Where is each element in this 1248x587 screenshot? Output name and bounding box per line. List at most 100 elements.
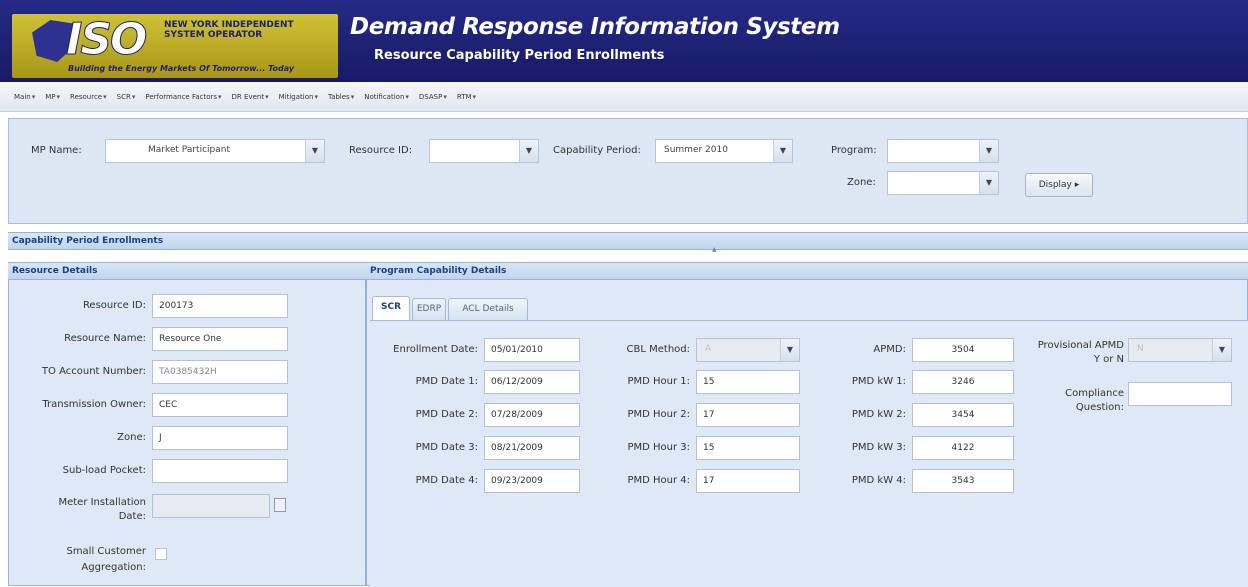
menu-item-main[interactable]: Main [14,93,31,101]
menu-item-performance-factors[interactable]: Performance Factors [145,93,217,101]
chevron-down-icon: ▾ [314,92,318,101]
pmd-date-field-1[interactable]: 06/12/2009 [484,370,580,394]
small-customer-label-line1: Small Customer [66,546,146,557]
chevron-down-icon: ▾ [350,92,355,101]
resource-id-label: Resource ID: [82,300,146,311]
small-customer-checkbox[interactable] [155,548,167,560]
small-customer-label-line2: Aggregation: [81,562,146,573]
chevron-down-icon: ▾ [56,92,61,101]
chevron-down-icon: ▾ [265,92,269,101]
subload-pocket-field[interactable] [152,459,288,483]
compliance-label-line1: Compliance [1065,388,1124,399]
pmd-date-label-4: PMD Date 4: [415,475,478,486]
pmd-date-field-2[interactable]: 07/28/2009 [484,403,580,427]
pmd-kw-field-4[interactable]: 3543 [912,469,1014,493]
collapse-handle-icon[interactable]: ▲ [712,246,717,253]
cbl-method-label: CBL Method: [626,344,690,355]
chevron-down-icon: ▾ [131,92,136,101]
menu-item-resource[interactable]: Resource [70,93,102,101]
pmd-hour-field-2[interactable]: 17 [696,403,800,427]
chevron-down-icon[interactable]: ▼ [979,140,998,162]
pmd-kw-field-2[interactable]: 3454 [912,403,1014,427]
enrollment-date-field[interactable]: 05/01/2010 [484,338,580,362]
pmd-kw-label-2: PMD kW 2: [851,409,906,420]
mp-name-label: MP Name: [31,145,82,156]
mp-name-select[interactable]: Market Participant ▼ [105,139,325,163]
resource-details-header: Resource Details [8,262,366,280]
zone-field[interactable]: J [152,426,288,450]
pmd-hour-field-3[interactable]: 15 [696,436,800,460]
menu-item-mp[interactable]: MP [45,93,55,101]
to-account-field[interactable]: TA0385432H [152,360,288,384]
menu-item-dsasp[interactable]: DSASP [419,93,442,101]
pmd-kw-label-1: PMD kW 1: [851,376,906,387]
to-account-label: TO Account Number: [41,366,146,377]
subload-pocket-label: Sub-load Pocket: [62,465,146,476]
app-title: Demand Response Information System [350,14,840,40]
resource-name-field[interactable]: Resource One [152,327,288,351]
transmission-owner-field[interactable]: CEC [152,393,288,417]
zone-select[interactable]: ▼ [887,171,999,195]
tab-edrp[interactable]: EDRP [412,298,446,320]
tab-scr[interactable]: SCR [372,296,410,320]
menu-item-rtm[interactable]: RTM [457,93,472,101]
chevron-down-icon[interactable]: ▼ [519,140,538,162]
provisional-apmd-value: N [1137,344,1144,354]
program-select[interactable]: ▼ [887,139,999,163]
calendar-icon[interactable] [274,498,286,512]
pmd-hour-field-4[interactable]: 17 [696,469,800,493]
menu-item-notification[interactable]: Notification [364,93,404,101]
pmd-date-field-3[interactable]: 08/21/2009 [484,436,580,460]
pmd-date-field-4[interactable]: 09/23/2009 [484,469,580,493]
capability-period-value: Summer 2010 [664,145,728,155]
pmd-date-label-3: PMD Date 3: [415,442,478,453]
cbl-method-value: A [705,344,712,354]
logo-org-name: NEW YORK INDEPENDENT SYSTEM OPERATOR [164,20,294,40]
provisional-apmd-label-line2: Y or N [1093,354,1124,365]
program-label: Program: [831,145,877,156]
resource-id-field[interactable]: 200173 [152,294,288,318]
menu-item-mitigation[interactable]: Mitigation [279,93,314,101]
tab-acl-details[interactable]: ACL Details [448,298,528,320]
capability-period-select[interactable]: Summer 2010 ▼ [655,139,793,163]
chevron-down-icon: ▾ [405,92,409,101]
zone-label: Zone: [117,432,146,443]
menu-item-scr[interactable]: SCR [117,93,131,101]
pmd-kw-label-4: PMD kW 4: [851,475,906,486]
compliance-label-line2: Question: [1075,402,1124,413]
pmd-hour-label-4: PMD Hour 4: [627,475,690,486]
cbl-method-select: A ▼ [696,338,800,362]
nyiso-logo: ISO NEW YORK INDEPENDENT SYSTEM OPERATOR… [12,14,338,78]
pmd-hour-field-1[interactable]: 15 [696,370,800,394]
resource-name-label: Resource Name: [64,333,146,344]
pmd-hour-label-2: PMD Hour 2: [627,409,690,420]
display-button[interactable]: Display ▸ [1025,173,1093,197]
logo-iso-text: ISO [65,14,147,66]
chevron-down-icon[interactable]: ▼ [305,140,324,162]
meter-installation-label-line1: Meter Installation [58,497,146,508]
compliance-question-field[interactable] [1128,382,1232,406]
chevron-down-icon: ▾ [443,92,447,101]
chevron-down-icon[interactable]: ▼ [773,140,792,162]
chevron-down-icon: ▾ [103,92,107,101]
resource-id-filter-label: Resource ID: [349,145,413,156]
pmd-kw-field-3[interactable]: 4122 [912,436,1014,460]
meter-installation-date-field [152,494,270,518]
chevron-down-icon: ▾ [31,92,36,101]
resource-id-select[interactable]: ▼ [429,139,539,163]
menu-item-tables[interactable]: Tables [328,93,350,101]
pmd-kw-label-3: PMD kW 3: [851,442,906,453]
zone-filter-label: Zone: [847,177,876,188]
chevron-down-icon[interactable]: ▼ [979,172,998,194]
pmd-kw-field-1[interactable]: 3246 [912,370,1014,394]
main-menu-bar: Main ▾ MP ▾ Resource ▾ SCR ▾ Performance Fac… [0,82,1248,112]
menu-item-dr-event[interactable]: DR Event [232,93,265,101]
capability-period-label: Capability Period: [553,145,641,156]
pmd-date-label-2: PMD Date 2: [415,409,478,420]
chevron-down-icon: ▼ [1212,339,1231,361]
filter-panel: MP Name: Market Participant ▼ Resource I… [8,118,1248,224]
chevron-down-icon: ▼ [780,339,799,361]
apmd-field[interactable]: 3504 [912,338,1014,362]
pmd-hour-label-1: PMD Hour 1: [627,376,690,387]
capability-enrollments-header: Capability Period Enrollments [8,232,1248,250]
